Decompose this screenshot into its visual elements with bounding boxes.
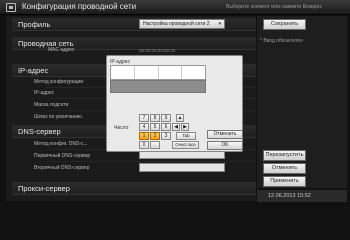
save-button[interactable]: Сохранить: [263, 19, 306, 30]
input-mode-label: Число: [114, 125, 129, 131]
ip-octets: [111, 66, 205, 79]
dns-primary-label[interactable]: Первичный DNS-сервер: [34, 153, 90, 159]
entry-preview: [110, 80, 206, 93]
arrow-right-icon[interactable]: ▶: [181, 123, 189, 131]
ip-method-label[interactable]: Метод конфигурации: [34, 79, 83, 85]
key-1[interactable]: 1: [139, 132, 149, 140]
gateway-label[interactable]: Шлюз по умолчанию: [34, 114, 82, 120]
key-6[interactable]: 6: [161, 123, 171, 131]
top-hint: Выберите элемент или нажмите Возврат.: [226, 4, 323, 10]
divider: [46, 161, 256, 162]
section-proxy-label: Прокси-сервер: [18, 184, 70, 193]
network-icon: [6, 3, 16, 12]
apply-button[interactable]: Применить: [263, 176, 306, 187]
dns-secondary-label[interactable]: Вторичный DNS-сервер: [34, 165, 89, 171]
dns-secondary-field[interactable]: [139, 163, 225, 172]
mac-value: 00:00:00:00:00:00: [139, 48, 176, 53]
key-7[interactable]: 7: [139, 114, 149, 122]
keypad-cancel-button[interactable]: Отменить: [207, 130, 243, 139]
key-0[interactable]: 0: [139, 141, 149, 149]
key-9[interactable]: 9: [161, 114, 171, 122]
profile-select-value: Настройка проводной сети 2: [143, 21, 210, 27]
chevron-down-icon: ▾: [218, 21, 221, 27]
keypad-ok-button[interactable]: OK: [207, 141, 243, 150]
key-2[interactable]: 2: [150, 132, 160, 140]
tab-key[interactable]: Tab: [176, 132, 196, 140]
section-ip-label: IP-адрес: [18, 66, 49, 75]
subnet-mask-label[interactable]: Маска подсети: [34, 102, 68, 108]
required-hint: * Ввод обязателен: [260, 38, 303, 44]
arrow-left-icon[interactable]: ◀: [172, 123, 180, 131]
ip-octet[interactable]: [135, 66, 159, 79]
mac-label: MAC-адрес: [48, 47, 75, 53]
arrow-up-icon[interactable]: ▲: [176, 114, 184, 122]
ip-octet[interactable]: [111, 66, 135, 79]
ip-octet[interactable]: [159, 66, 183, 79]
key-3[interactable]: 3: [161, 132, 171, 140]
clear-all-key[interactable]: Очист.все: [172, 141, 199, 149]
ip-address-label[interactable]: IP-адрес: [34, 90, 54, 96]
section-proxy: Прокси-сервер: [12, 182, 256, 195]
window-title: Конфигурация проводной сети: [22, 2, 137, 11]
section-dns-label: DNS-сервер: [18, 127, 61, 136]
key-dot[interactable]: .: [150, 141, 160, 149]
profile-select[interactable]: Настройка проводной сети 2 ▾: [139, 19, 225, 29]
dns-method-label[interactable]: Метод конфиг. DNS-с...: [34, 141, 88, 147]
cancel-button[interactable]: Отменить: [263, 163, 306, 174]
restart-button[interactable]: Перезапустить: [263, 150, 306, 161]
key-8[interactable]: 8: [150, 114, 160, 122]
key-4[interactable]: 4: [139, 123, 149, 131]
key-5[interactable]: 5: [150, 123, 160, 131]
ip-octet[interactable]: [182, 66, 205, 79]
profile-label: Профиль: [18, 20, 51, 29]
datetime: 12.06.2013 15:52: [268, 193, 311, 199]
